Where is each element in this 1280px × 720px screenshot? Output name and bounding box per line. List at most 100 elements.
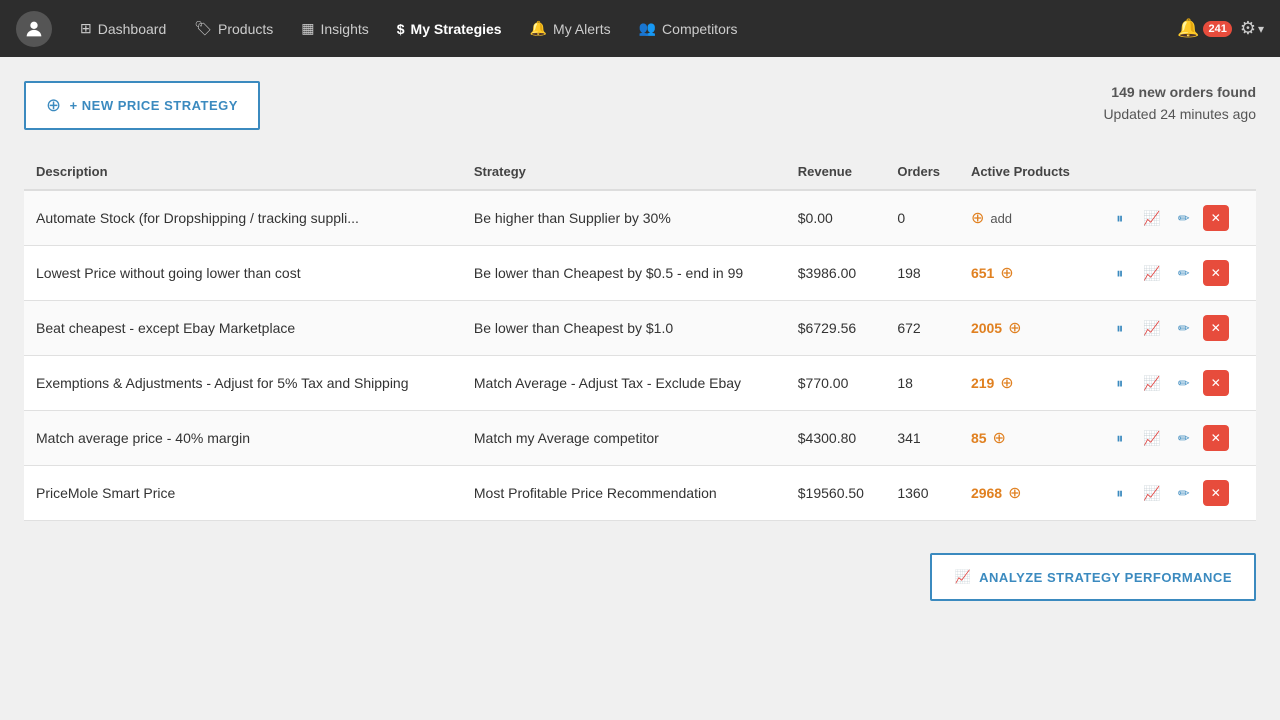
new-strategy-label: + NEW PRICE STRATEGY [70, 98, 238, 113]
edit-button[interactable]: ✏ [1171, 480, 1197, 506]
nav-products-label: Products [218, 21, 273, 37]
bell-icon: 🔔 [1177, 18, 1199, 39]
cell-strategy: Be lower than Cheapest by $1.0 [462, 301, 786, 356]
cell-description: PriceMole Smart Price [24, 466, 462, 521]
chart-button[interactable]: 📈 [1139, 425, 1165, 451]
add-icon: ⊕ [971, 208, 984, 228]
chart-button[interactable]: 📈 [1139, 370, 1165, 396]
new-price-strategy-button[interactable]: ⊕ + NEW PRICE STRATEGY [24, 81, 260, 130]
pause-button[interactable]: ⏸ [1107, 205, 1133, 231]
nav-products[interactable]: 🏷 Products [182, 12, 285, 45]
delete-button[interactable]: ✕ [1203, 260, 1229, 286]
x-icon: ✕ [1211, 376, 1221, 390]
active-products-count: 651 [971, 265, 994, 281]
x-icon: ✕ [1211, 431, 1221, 445]
cell-actions: ⏸ 📈 ✏ ✕ [1095, 356, 1256, 411]
cell-strategy: Most Profitable Price Recommendation [462, 466, 786, 521]
cell-active-products: 651 ⊕ [959, 246, 1095, 301]
chart-button[interactable]: 📈 [1139, 260, 1165, 286]
add-products-plus-icon[interactable]: ⊕ [1000, 373, 1013, 393]
chart-line-icon: 📈 [954, 569, 971, 585]
cell-revenue: $0.00 [786, 190, 886, 246]
edit-button[interactable]: ✏ [1171, 205, 1197, 231]
pencil-icon: ✏ [1178, 320, 1190, 337]
pencil-icon: ✏ [1178, 210, 1190, 227]
x-icon: ✕ [1211, 266, 1221, 280]
chart-button[interactable]: 📈 [1139, 480, 1165, 506]
nav-competitors[interactable]: 👥 Competitors [627, 12, 750, 45]
add-products-plus-icon[interactable]: ⊕ [1008, 318, 1021, 338]
nav-competitors-label: Competitors [662, 21, 737, 37]
cell-active-products: 85⊕ [959, 411, 1095, 466]
chart-button[interactable]: 📈 [1139, 315, 1165, 341]
cell-revenue: $19560.50 [786, 466, 886, 521]
pause-button[interactable]: ⏸ [1107, 370, 1133, 396]
delete-button[interactable]: ✕ [1203, 480, 1229, 506]
pause-icon: ⏸ [1116, 430, 1123, 447]
add-products-link[interactable]: add [990, 211, 1012, 226]
pause-button[interactable]: ⏸ [1107, 315, 1133, 341]
row-actions: ⏸ 📈 ✏ ✕ [1107, 260, 1244, 286]
chart-button[interactable]: 📈 [1139, 205, 1165, 231]
cell-description: Beat cheapest - except Ebay Marketplace [24, 301, 462, 356]
pause-button[interactable]: ⏸ [1107, 260, 1133, 286]
cell-strategy: Match Average - Adjust Tax - Exclude Eba… [462, 356, 786, 411]
active-products-count: 219 [971, 375, 994, 391]
x-icon: ✕ [1211, 211, 1221, 225]
col-active-products: Active Products [959, 154, 1095, 190]
table-header-row: Description Strategy Revenue Orders Acti… [24, 154, 1256, 190]
delete-button[interactable]: ✕ [1203, 205, 1229, 231]
cell-strategy: Be lower than Cheapest by $0.5 - end in … [462, 246, 786, 301]
pencil-icon: ✏ [1178, 375, 1190, 392]
add-products-plus-icon[interactable]: ⊕ [1008, 483, 1021, 503]
col-actions [1095, 154, 1256, 190]
edit-button[interactable]: ✏ [1171, 260, 1197, 286]
cell-actions: ⏸ 📈 ✏ ✕ [1095, 301, 1256, 356]
main-content: ⊕ + NEW PRICE STRATEGY 149 new orders fo… [0, 57, 1280, 625]
bell-nav-icon: 🔔 [530, 20, 547, 37]
navbar: ⊞ Dashboard 🏷 Products ▦ Insights $ My S… [0, 0, 1280, 57]
cell-orders: 672 [885, 301, 959, 356]
edit-button[interactable]: ✏ [1171, 315, 1197, 341]
nav-insights-label: Insights [321, 21, 369, 37]
cell-active-products: 2005 ⊕ [959, 301, 1095, 356]
table-row: Exemptions & Adjustments - Adjust for 5%… [24, 356, 1256, 411]
x-icon: ✕ [1211, 486, 1221, 500]
col-description: Description [24, 154, 462, 190]
x-icon: ✕ [1211, 321, 1221, 335]
table-row: Beat cheapest - except Ebay MarketplaceB… [24, 301, 1256, 356]
analyze-strategy-button[interactable]: 📈 ANALYZE STRATEGY PERFORMANCE [930, 553, 1256, 601]
logo[interactable] [16, 11, 52, 47]
active-products-count: 2005 [971, 320, 1002, 336]
bar-chart-icon: ▦ [301, 20, 314, 37]
analyze-label: ANALYZE STRATEGY PERFORMANCE [979, 570, 1232, 585]
edit-button[interactable]: ✏ [1171, 425, 1197, 451]
nav-my-strategies[interactable]: $ My Strategies [385, 13, 514, 45]
active-products-count: 2968 [971, 485, 1002, 501]
row-actions: ⏸ 📈 ✏ ✕ [1107, 205, 1244, 231]
nav-dashboard[interactable]: ⊞ Dashboard [68, 12, 178, 45]
cell-description: Match average price - 40% margin [24, 411, 462, 466]
delete-button[interactable]: ✕ [1203, 370, 1229, 396]
cell-orders: 1360 [885, 466, 959, 521]
row-actions: ⏸ 📈 ✏ ✕ [1107, 315, 1244, 341]
nav-insights[interactable]: ▦ Insights [289, 12, 380, 45]
settings-button[interactable]: ⚙ ▾ [1240, 18, 1264, 39]
nav-my-alerts[interactable]: 🔔 My Alerts [518, 12, 623, 45]
chart-icon: 📈 [1143, 320, 1160, 337]
nav-right: 🔔 241 ⚙ ▾ [1177, 18, 1264, 39]
orders-updated: Updated 24 minutes ago [1103, 103, 1256, 125]
edit-button[interactable]: ✏ [1171, 370, 1197, 396]
pause-button[interactable]: ⏸ [1107, 425, 1133, 451]
add-products-plus-icon[interactable]: ⊕ [993, 428, 1006, 448]
pencil-icon: ✏ [1178, 485, 1190, 502]
notifications-button[interactable]: 🔔 241 [1177, 18, 1232, 39]
chart-icon: 📈 [1143, 210, 1160, 227]
row-actions: ⏸ 📈 ✏ ✕ [1107, 370, 1244, 396]
add-products-plus-icon[interactable]: ⊕ [1000, 263, 1013, 283]
cell-orders: 0 [885, 190, 959, 246]
cell-revenue: $4300.80 [786, 411, 886, 466]
delete-button[interactable]: ✕ [1203, 425, 1229, 451]
delete-button[interactable]: ✕ [1203, 315, 1229, 341]
pause-button[interactable]: ⏸ [1107, 480, 1133, 506]
